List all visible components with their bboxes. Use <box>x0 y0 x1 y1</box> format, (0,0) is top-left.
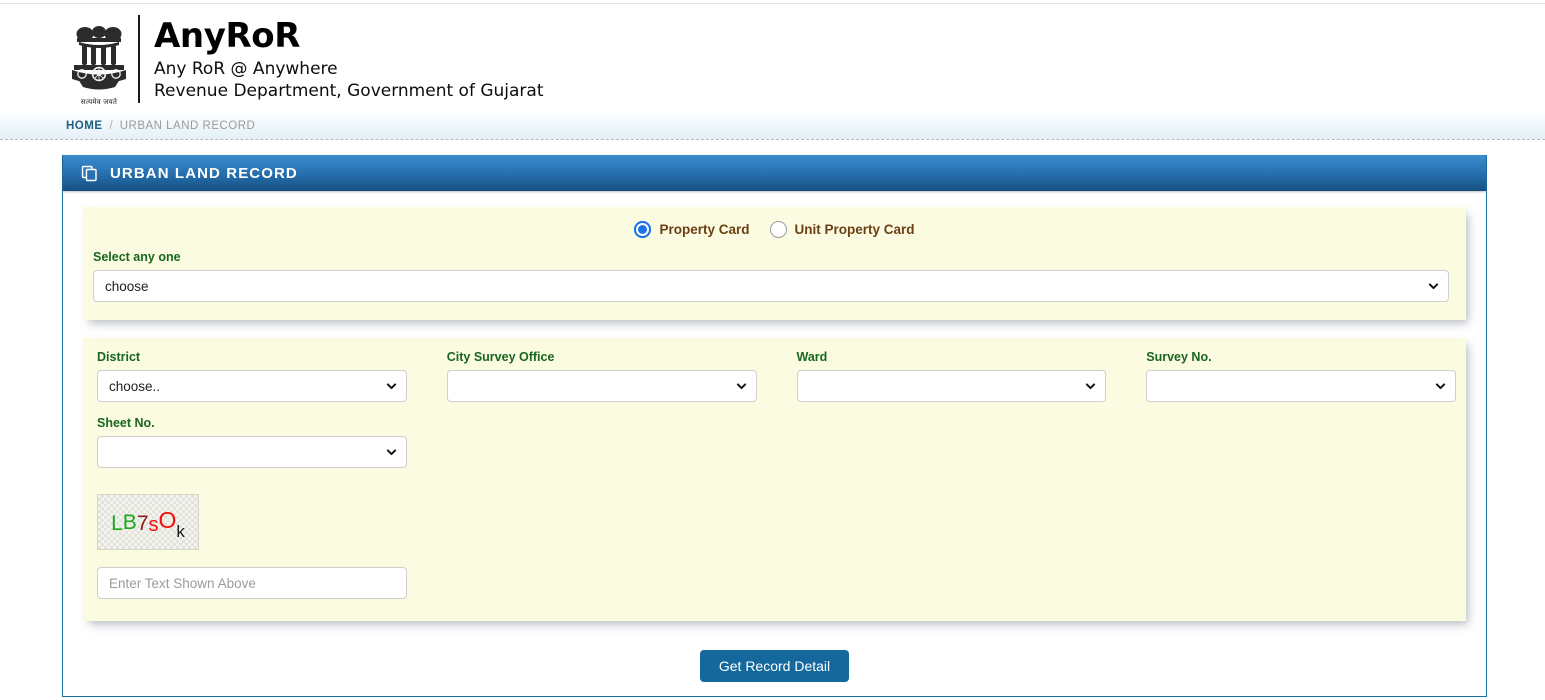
select-any-one-value: choose <box>105 278 149 294</box>
chevron-down-icon <box>1086 383 1096 390</box>
site-tagline: Any RoR @ Anywhere <box>154 58 338 79</box>
field-city-survey-office-dropdown[interactable] <box>446 370 757 402</box>
field-city-survey-office-label: City Survey Office <box>446 350 555 364</box>
panel-title: URBAN LAND RECORD <box>110 164 298 182</box>
site-title: AnyRoR <box>154 16 301 56</box>
field-ward-dropdown[interactable] <box>796 370 1107 402</box>
emblem-motto: सत्यमेव जयते <box>80 98 118 106</box>
field-ward: Ward <box>796 350 1107 402</box>
submit-row: Get Record Detail <box>83 650 1466 682</box>
radio-unit-property-card[interactable]: Unit Property Card <box>769 221 915 238</box>
select-any-one-dropdown[interactable]: choose <box>93 270 1449 302</box>
captcha-area: LB7sOk <box>93 494 1456 599</box>
chevron-down-icon <box>386 383 396 390</box>
record-type-radio-group: Property Card Unit Property Card <box>93 221 1456 238</box>
brand-text: AnyRoR Any RoR @ Anywhere Revenue Depart… <box>154 11 544 101</box>
field-survey-no-dropdown[interactable] <box>1146 370 1456 402</box>
chevron-down-icon <box>1428 283 1439 290</box>
captcha-image: LB7sOk <box>97 494 199 550</box>
field-district-dropdown[interactable]: choose.. <box>97 370 407 402</box>
chevron-down-icon <box>736 383 746 390</box>
field-sheet-no: Sheet No. <box>97 416 407 468</box>
chevron-down-icon <box>1435 383 1446 390</box>
breadcrumb-current: URBAN LAND RECORD <box>119 119 256 132</box>
breadcrumb-separator: / <box>109 119 113 132</box>
field-sheet-no-label: Sheet No. <box>97 416 155 430</box>
copy-documents-icon <box>81 165 98 182</box>
get-record-detail-button[interactable]: Get Record Detail <box>699 650 850 682</box>
site-header: सत्यमेव जयते AnyRoR Any RoR @ Anywhere R… <box>0 4 1545 112</box>
search-fields-row-1: District choose.. City Survey Office War… <box>93 350 1456 402</box>
brand-divider <box>138 15 140 103</box>
search-fields-card: District choose.. City Survey Office War… <box>83 338 1466 621</box>
site-department: Revenue Department, Government of Gujara… <box>154 80 544 101</box>
breadcrumb: HOME / URBAN LAND RECORD <box>0 112 1545 140</box>
field-city-survey-office: City Survey Office <box>446 350 757 402</box>
search-fields-row-2: Sheet No. <box>93 416 1456 468</box>
radio-property-card[interactable]: Property Card <box>634 221 750 238</box>
radio-property-card-label: Property Card <box>659 222 750 237</box>
field-sheet-no-dropdown[interactable] <box>97 436 407 468</box>
page-stage: URBAN LAND RECORD Property Card Unit Pro… <box>0 140 1545 697</box>
field-district: District choose.. <box>97 350 407 402</box>
record-type-card: Property Card Unit Property Card Select … <box>83 207 1466 320</box>
india-state-emblem-icon: सत्यमेव जयते <box>62 11 136 107</box>
radio-property-card-dot[interactable] <box>634 221 652 238</box>
field-survey-no-label: Survey No. <box>1146 350 1212 364</box>
field-district-value: choose.. <box>109 378 161 394</box>
captcha-input[interactable] <box>97 567 407 599</box>
urban-land-record-panel: URBAN LAND RECORD Property Card Unit Pro… <box>62 155 1487 697</box>
field-survey-no: Survey No. <box>1146 350 1456 402</box>
captcha-characters: LB7sOk <box>111 506 185 541</box>
panel-header: URBAN LAND RECORD <box>63 155 1486 191</box>
chevron-down-icon <box>386 449 397 456</box>
field-district-label: District <box>97 350 141 364</box>
radio-unit-property-card-dot[interactable] <box>769 221 787 238</box>
radio-unit-property-card-label: Unit Property Card <box>794 222 915 237</box>
breadcrumb-home-link[interactable]: HOME <box>66 120 103 132</box>
field-ward-label: Ward <box>796 350 828 364</box>
panel-body: Property Card Unit Property Card Select … <box>63 191 1486 682</box>
select-any-one-label: Select any one <box>93 250 181 264</box>
